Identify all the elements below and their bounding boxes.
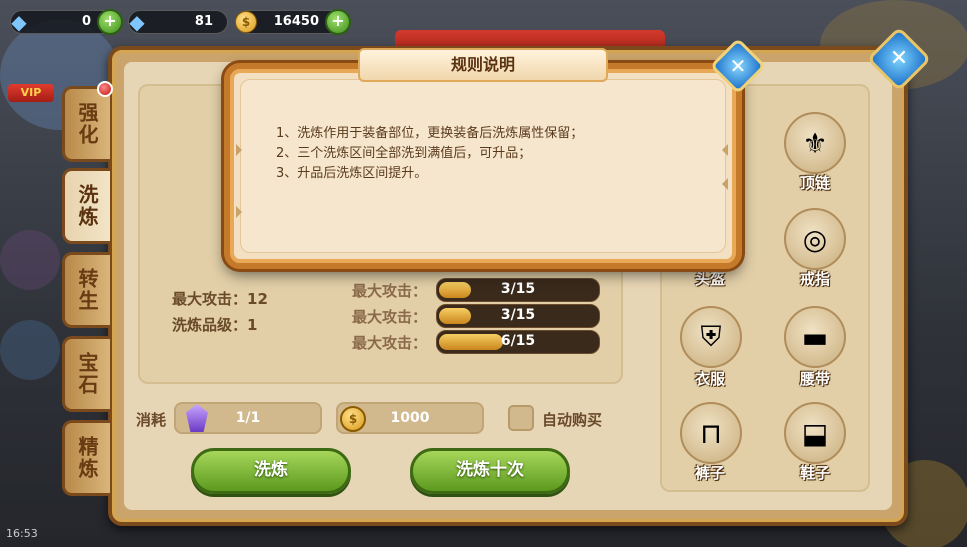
refine-grade-value: 1 <box>247 316 258 334</box>
vip-badge[interactable]: VIP <box>8 84 54 102</box>
refine-progress-text: 3/15 <box>500 281 536 297</box>
refine-bar-label: 最大攻击： <box>352 308 428 326</box>
add-gold-button[interactable]: + <box>325 9 351 35</box>
rule-item: 3、升品后洗炼区间提升。 <box>276 166 428 181</box>
refine-progress-text: 3/15 <box>500 307 536 323</box>
gold-coin-icon: $ <box>235 11 257 33</box>
equip-label-helmet: 头盔 <box>694 270 725 288</box>
gold-coin-icon: $ <box>340 406 366 432</box>
notification-dot <box>97 81 113 97</box>
armor-icon[interactable]: ⛨ <box>680 306 742 368</box>
refine-ten-button[interactable]: 洗炼十次 <box>410 448 570 494</box>
arrow-right-icon <box>236 206 242 218</box>
rule-item: 1、洗炼作用于装备部位，更换装备后洗炼属性保留； <box>276 126 584 141</box>
max-attack-label: 最大攻击： <box>172 290 248 308</box>
tab-refine[interactable]: 洗炼 <box>62 168 110 244</box>
refine-bar-row: 最大攻击： 3/15 <box>352 278 602 302</box>
pants-icon[interactable]: ⊓ <box>680 402 742 464</box>
tab-gem[interactable]: 宝石 <box>62 336 110 412</box>
refine-bar-row: 最大攻击： 6/15 <box>352 330 602 354</box>
auto-buy-checkbox[interactable] <box>508 405 534 431</box>
gold-value: 16450 <box>273 14 319 29</box>
equip-label-necklace: 顶链 <box>799 174 830 192</box>
refine-bar-label: 最大攻击： <box>352 282 428 300</box>
locked-gem-counter: ◆ 81 <box>128 10 228 34</box>
clock: 16:53 <box>6 527 38 540</box>
max-attack-value: 12 <box>247 290 268 308</box>
diamond-icon: ◆ <box>11 10 27 34</box>
rules-title-banner: 规则说明 <box>358 48 608 82</box>
refine-progress-bar: 3/15 <box>436 304 600 328</box>
gem-counter: ◆ 0 + <box>10 9 123 35</box>
close-icon: ✕ <box>889 46 909 71</box>
refine-progress-text: 6/15 <box>500 333 536 349</box>
equip-label-armor: 衣服 <box>694 370 725 388</box>
locked-gem-value: 81 <box>194 14 213 29</box>
close-icon: ✕ <box>729 54 747 78</box>
boots-icon[interactable]: ⬓ <box>784 402 846 464</box>
arrow-right-icon <box>236 144 242 156</box>
refine-bar-label: 最大攻击： <box>352 334 428 352</box>
belt-icon[interactable]: ▬ <box>784 306 846 368</box>
rules-title: 规则说明 <box>450 55 515 74</box>
cost-label: 消耗 <box>136 411 167 429</box>
max-attack-stat: 最大攻击：12 <box>172 288 268 309</box>
refine-progress-bar: 3/15 <box>436 278 600 302</box>
arrow-left-icon <box>722 144 728 156</box>
add-gem-button[interactable]: + <box>97 9 123 35</box>
locked-diamond-icon: ◆ <box>129 10 145 34</box>
ring-icon[interactable]: ◎ <box>784 208 846 270</box>
equip-label-pants: 裤子 <box>694 464 725 482</box>
gold-counter: $ 16450 + <box>235 9 351 35</box>
refine-button[interactable]: 洗炼 <box>191 448 351 494</box>
arrow-left-icon <box>722 178 728 190</box>
refine-grade-stat: 洗炼品级：1 <box>172 314 257 335</box>
equip-label-belt: 腰带 <box>799 370 830 388</box>
auto-buy-label: 自动购买 <box>542 411 603 429</box>
equip-label-ring: 戒指 <box>799 270 830 288</box>
currency-bar: ◆ 0 + ◆ 81 $ 16450 + <box>0 0 380 44</box>
refine-bar-row: 最大攻击： 3/15 <box>352 304 602 328</box>
refine-progress-bar: 6/15 <box>436 330 600 354</box>
necklace-icon[interactable]: ⚜ <box>784 112 846 174</box>
gem-value: 0 <box>81 14 91 29</box>
background-menu-icon <box>0 230 60 290</box>
tab-rebirth[interactable]: 转生 <box>62 252 110 328</box>
tab-smelt[interactable]: 精炼 <box>62 420 110 496</box>
tab-enhance[interactable]: 强化 <box>62 86 110 162</box>
equip-label-boots: 鞋子 <box>799 464 830 482</box>
rule-item: 2、三个洗炼区间全部洗到满值后，可升品； <box>276 146 532 161</box>
refine-grade-label: 洗炼品级： <box>172 316 248 334</box>
background-menu-icon <box>0 320 60 380</box>
